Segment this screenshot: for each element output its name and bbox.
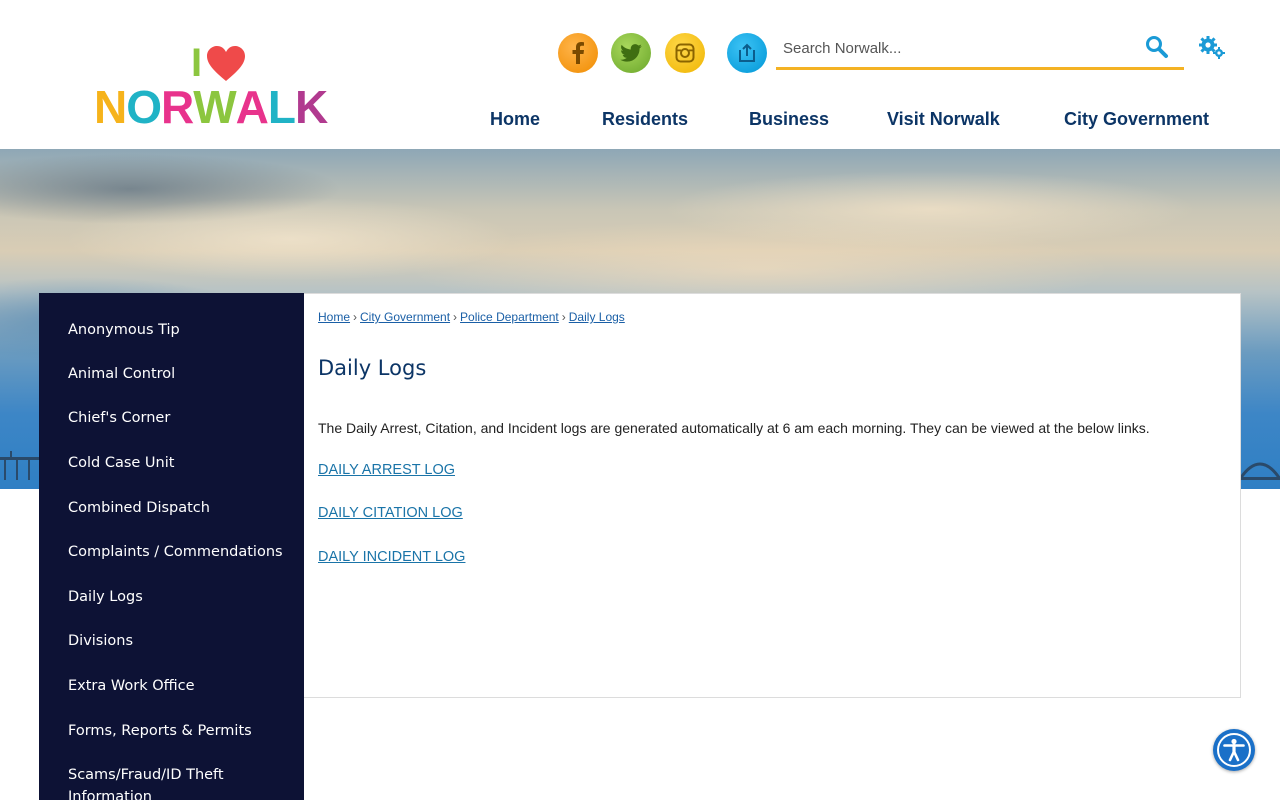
daily-citation-log-link[interactable]: DAILY CITATION LOG — [318, 505, 463, 521]
search-icon[interactable] — [1144, 34, 1170, 60]
sidebar-item-animal-control[interactable]: Animal Control — [68, 363, 298, 385]
logo-letter: N — [94, 81, 127, 133]
logo-letter: A — [235, 81, 269, 133]
sidebar-item-scams-fraud-id-theft[interactable]: Scams/Fraud/ID Theft Information — [68, 764, 298, 800]
nav-city-government[interactable]: City Government — [1064, 105, 1209, 133]
sidebar-item-combined-dispatch[interactable]: Combined Dispatch — [68, 497, 298, 519]
nav-business[interactable]: Business — [749, 105, 829, 133]
share-icon — [739, 43, 755, 62]
sidebar-item-cold-case-unit[interactable]: Cold Case Unit — [68, 452, 298, 474]
sidebar-item-chiefs-corner[interactable]: Chief's Corner — [68, 407, 298, 429]
twitter-button[interactable] — [611, 33, 651, 73]
breadcrumb-police-department[interactable]: Police Department — [460, 310, 559, 324]
twitter-icon — [620, 44, 642, 62]
sidebar-nav: Anonymous Tip Animal Control Chief's Cor… — [39, 293, 304, 800]
breadcrumb-home[interactable]: Home — [318, 310, 350, 324]
facebook-icon — [572, 42, 584, 64]
heart-icon — [207, 46, 246, 81]
site-header: I NORWALK Search Norwalk... Home Residen… — [0, 0, 1280, 149]
daily-incident-log-link[interactable]: DAILY INCIDENT LOG — [318, 549, 465, 565]
nav-home[interactable]: Home — [490, 105, 540, 133]
accessibility-button[interactable] — [1213, 729, 1255, 771]
facebook-button[interactable] — [558, 33, 598, 73]
intro-text: The Daily Arrest, Citation, and Incident… — [318, 420, 1150, 436]
instagram-icon — [675, 43, 695, 63]
norwalk-logo[interactable]: I NORWALK — [94, 40, 346, 132]
breadcrumb-separator: › — [453, 310, 458, 324]
breadcrumb-daily-logs[interactable]: Daily Logs — [569, 310, 625, 324]
nav-residents[interactable]: Residents — [602, 105, 688, 133]
settings-gear-icon[interactable] — [1198, 35, 1226, 61]
sidebar-item-forms-reports-permits[interactable]: Forms, Reports & Permits — [68, 720, 298, 742]
instagram-button[interactable] — [665, 33, 705, 73]
share-button[interactable] — [727, 33, 767, 73]
sidebar-item-extra-work-office[interactable]: Extra Work Office — [68, 675, 298, 697]
logo-i-love: I — [191, 43, 246, 83]
logo-letter: L — [267, 81, 296, 133]
logo-letter-i: I — [191, 41, 203, 85]
sidebar-item-complaints-commendations[interactable]: Complaints / Commendations — [68, 541, 298, 563]
logo-letter: K — [295, 81, 328, 133]
search-bar — [776, 30, 1184, 70]
pier-arch-silhouette — [1240, 462, 1280, 480]
sidebar-item-daily-logs[interactable]: Daily Logs — [68, 586, 298, 608]
daily-arrest-log-link[interactable]: DAILY ARREST LOG — [318, 462, 455, 478]
sidebar-item-divisions[interactable]: Divisions — [68, 630, 298, 652]
main-content: Home › City Government › Police Department › D… — [304, 293, 1241, 698]
breadcrumb: Home › City Government › Police Department › D… — [318, 310, 625, 324]
search-input[interactable] — [776, 30, 1136, 67]
logo-letter: W — [193, 81, 236, 133]
logo-wordmark: NORWALK — [94, 81, 328, 133]
accessibility-icon — [1217, 733, 1251, 767]
sidebar-item-anonymous-tip[interactable]: Anonymous Tip — [68, 319, 298, 341]
breadcrumb-separator: › — [561, 310, 566, 324]
nav-visit-norwalk[interactable]: Visit Norwalk — [887, 105, 1000, 133]
page-title: Daily Logs — [318, 356, 427, 380]
logo-letter: O — [126, 81, 162, 133]
logo-letter: R — [161, 81, 194, 133]
breadcrumb-city-government[interactable]: City Government — [360, 310, 450, 324]
breadcrumb-separator: › — [353, 310, 358, 324]
pier-silhouette — [0, 451, 40, 480]
